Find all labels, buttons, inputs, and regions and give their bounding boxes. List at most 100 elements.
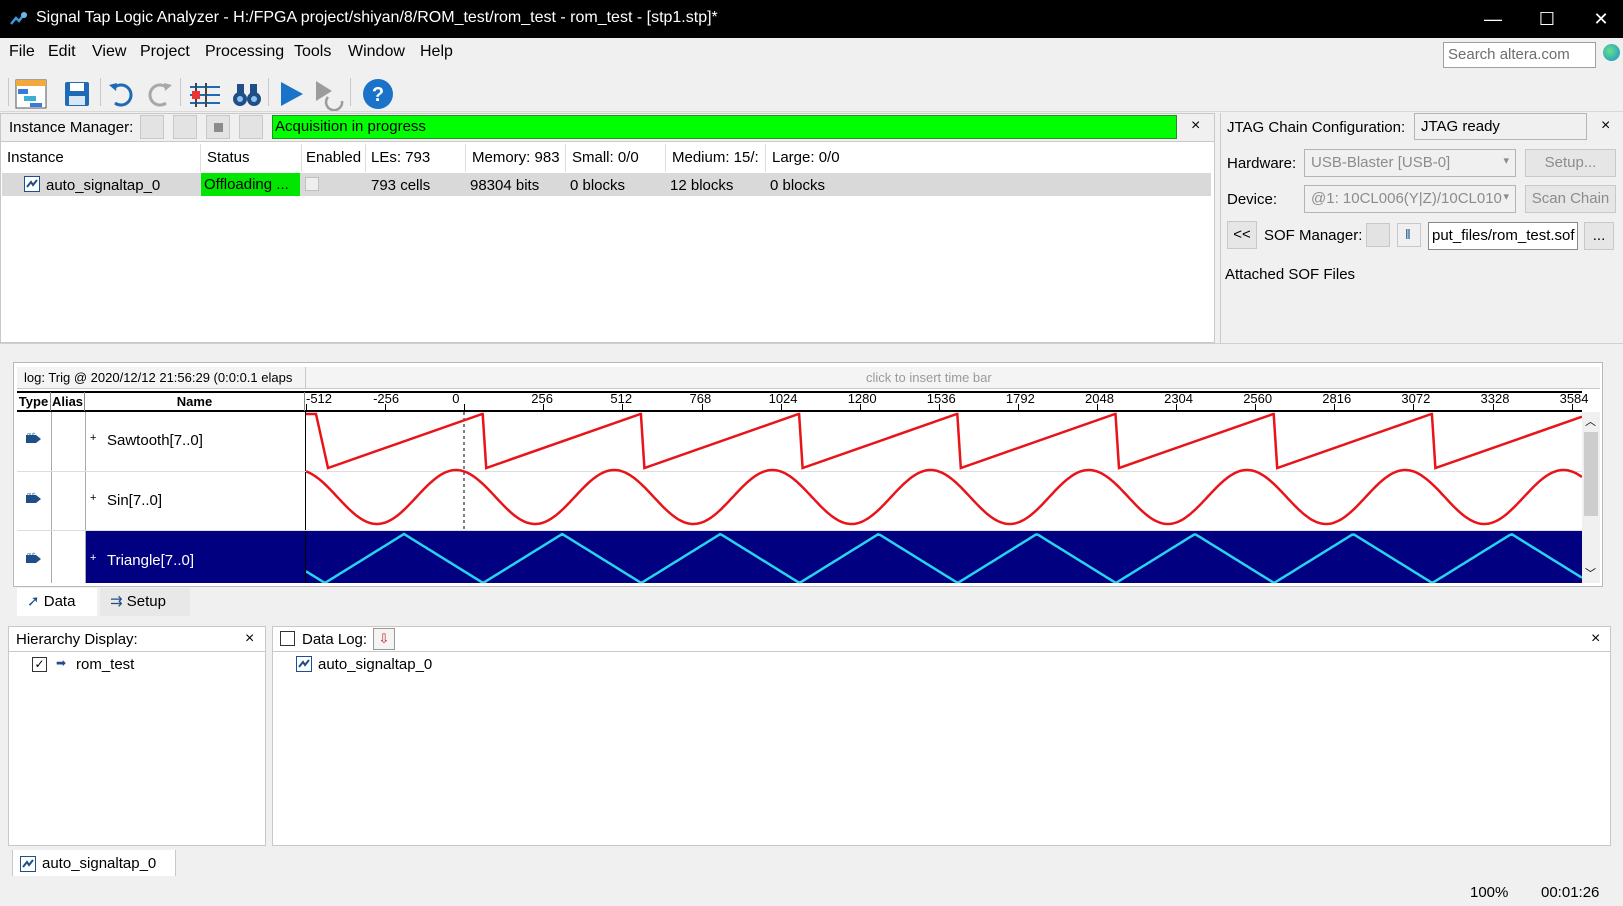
time-tick-mark [1017, 404, 1019, 410]
instance-icon [20, 856, 36, 872]
column-instance: Instance [7, 149, 64, 166]
menu-view[interactable]: View [92, 43, 126, 61]
help-icon[interactable]: ? [361, 77, 395, 111]
hierarchy-icon[interactable] [14, 77, 48, 111]
close-data-log-button[interactable]: × [1591, 630, 1600, 648]
minimize-button[interactable]: — [1466, 0, 1520, 38]
column-enabled: Enabled [306, 149, 362, 166]
toolbar-grip [8, 78, 9, 106]
instance-name: auto_signaltap_0 [46, 177, 161, 194]
close-window-button[interactable]: ✕ [1574, 0, 1623, 38]
instance-icon [296, 656, 312, 672]
bus-output-icon: out [26, 552, 41, 563]
waveform-canvas[interactable] [306, 412, 1582, 583]
close-instance-manager-button[interactable]: × [1191, 117, 1200, 135]
maximize-button[interactable]: ☐ [1520, 0, 1574, 38]
menu-file[interactable]: File [9, 43, 35, 61]
instance-read-data-icon[interactable] [239, 115, 263, 139]
timebar-hint[interactable]: click to insert time bar [866, 370, 992, 385]
menu-tools[interactable]: Tools [294, 43, 331, 61]
time-tick-mark [1413, 404, 1415, 410]
run-analysis-icon[interactable] [275, 77, 309, 111]
bus-output-icon: out [26, 492, 41, 503]
node-finder-icon[interactable] [188, 77, 222, 111]
column-divider [765, 144, 766, 172]
large-cell: 0 blocks [770, 177, 826, 194]
hierarchy-item-rom-test[interactable]: rom_test [76, 656, 134, 673]
collapse-button[interactable]: << [1227, 221, 1257, 249]
sof-manager-label: SOF Manager: [1264, 227, 1363, 244]
scroll-up-icon[interactable]: ︿ [1585, 413, 1596, 429]
hierarchy-checkbox[interactable]: ✓ [32, 657, 47, 672]
timebar-divider [305, 367, 306, 389]
column-large: Large: 0/0 [772, 149, 840, 166]
column-alias: Alias [51, 392, 85, 411]
signal-name-triangle[interactable]: Triangle[7..0] [107, 552, 194, 569]
svg-text:?: ? [372, 84, 384, 106]
hardware-select[interactable]: USB-Blaster [USB-0] ▾ [1304, 149, 1516, 177]
expand-icon[interactable]: + [90, 552, 96, 564]
menu-processing[interactable]: Processing [205, 43, 284, 61]
scroll-down-icon[interactable]: ﹀ [1585, 565, 1596, 581]
menu-window[interactable]: Window [348, 43, 405, 61]
sof-file-input[interactable]: put_files/rom_test.sof [1428, 222, 1578, 250]
program-device-icon[interactable] [1366, 223, 1390, 247]
search-input[interactable]: Search altera.com [1443, 42, 1596, 68]
scan-chain-button[interactable]: Scan Chain [1525, 185, 1616, 213]
splitter[interactable] [0, 343, 1623, 351]
time-tick-label: 3328 [1480, 391, 1510, 406]
hardware-label: Hardware: [1227, 155, 1297, 172]
autorun-icon[interactable] [312, 77, 346, 111]
hierarchy-node-icon: ➡ [56, 656, 67, 670]
scrollbar-thumb[interactable] [1584, 432, 1598, 516]
time-tick-mark [306, 404, 307, 410]
menu-project[interactable]: Project [140, 43, 190, 61]
menu-help[interactable]: Help [420, 43, 453, 61]
time-tick-mark [1255, 404, 1257, 410]
data-log-checkbox[interactable] [280, 631, 295, 646]
instance-loop-icon[interactable] [173, 115, 197, 139]
expand-icon[interactable]: + [90, 432, 96, 444]
tab-setup-label: Setup [126, 593, 166, 610]
close-jtag-button[interactable]: × [1601, 117, 1610, 135]
redo-icon[interactable] [142, 77, 176, 111]
bus-output-icon: out [26, 432, 41, 443]
menu-edit[interactable]: Edit [48, 43, 76, 61]
data-log-pane [272, 626, 1611, 846]
data-tab-icon: ➚ [27, 593, 40, 610]
time-tick-mark [464, 404, 466, 410]
time-tick-label: 256 [531, 391, 553, 406]
column-memory: Memory: 983 [472, 149, 560, 166]
close-hierarchy-button[interactable]: × [245, 630, 254, 648]
data-log-export-icon[interactable]: ⇩ [373, 628, 395, 650]
binoculars-icon[interactable] [230, 77, 264, 111]
attached-sof-label: Attached SOF Files [1225, 266, 1356, 283]
window-title: Signal Tap Logic Analyzer - H:/FPGA proj… [36, 9, 718, 26]
device-select[interactable]: @1: 10CL006(Y|Z)/10CL010 ▾ [1304, 185, 1516, 213]
browse-sof-button[interactable]: ... [1584, 222, 1614, 250]
instance-tab[interactable]: auto_signaltap_0 [12, 850, 176, 878]
column-name: Name [85, 392, 305, 411]
time-tick-label: 1792 [1005, 391, 1035, 406]
signal-name-sin[interactable]: Sin[7..0] [107, 492, 162, 509]
time-tick-mark [385, 404, 387, 410]
time-tick-mark [1334, 404, 1336, 410]
signal-name-sawtooth[interactable]: Sawtooth[7..0] [107, 432, 203, 449]
globe-icon[interactable] [1603, 44, 1620, 61]
attach-sof-icon[interactable]: ‖ [1397, 223, 1421, 247]
expand-icon[interactable]: + [90, 492, 96, 504]
instance-find-icon[interactable] [140, 115, 164, 139]
data-log-item[interactable]: auto_signaltap_0 [318, 656, 432, 673]
tab-setup[interactable]: ⇉ Setup [100, 588, 190, 616]
jtag-status-field: JTAG ready [1414, 113, 1587, 140]
save-icon[interactable] [60, 77, 94, 111]
undo-icon[interactable] [105, 77, 139, 111]
column-les: LEs: 793 [371, 149, 431, 166]
instance-enabled-checkbox[interactable] [305, 177, 319, 191]
setup-button[interactable]: Setup... [1525, 149, 1616, 177]
instance-stop-icon[interactable] [206, 115, 230, 139]
memory-cell: 98304 bits [470, 177, 540, 194]
toolbar-separator [268, 78, 269, 106]
tab-data[interactable]: ➚ Data [17, 588, 97, 616]
time-tick-label: 1024 [768, 391, 798, 406]
